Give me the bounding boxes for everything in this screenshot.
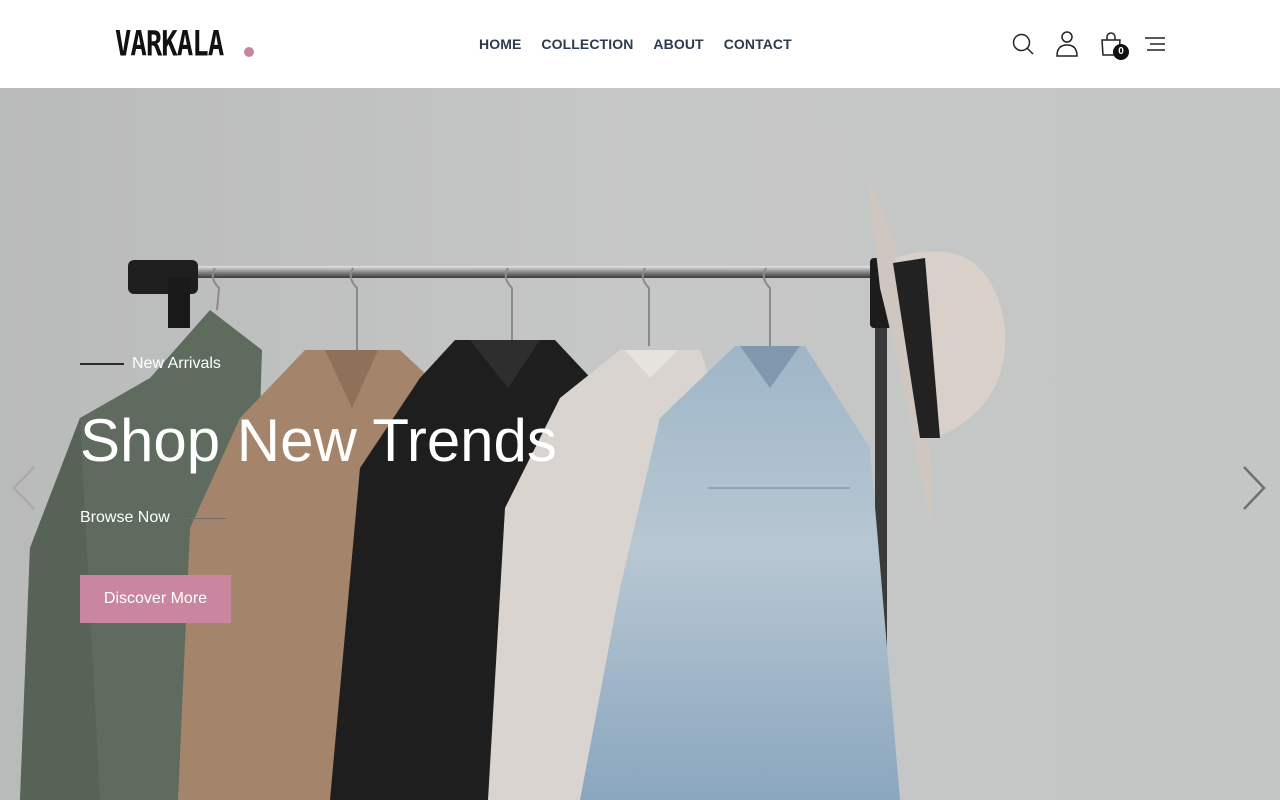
brand-name: VARKALA xyxy=(115,22,224,64)
chevron-right-icon xyxy=(1243,466,1266,510)
browse-now-link[interactable]: Browse Now xyxy=(80,506,226,530)
slider-prev-button[interactable] xyxy=(8,463,38,513)
discover-more-button[interactable]: Discover More xyxy=(80,575,231,623)
nav-contact[interactable]: CONTACT xyxy=(714,36,802,52)
nav-home[interactable]: HOME xyxy=(469,36,531,52)
hero-subtitle-row: New Arrivals xyxy=(80,352,221,376)
subtitle-divider xyxy=(80,363,124,365)
slider-next-button[interactable] xyxy=(1240,463,1270,513)
browse-divider xyxy=(181,517,226,519)
hero-slider: New Arrivals Shop New Trends Browse Now … xyxy=(0,88,1280,800)
browse-now-label: Browse Now xyxy=(80,509,170,526)
menu-button[interactable] xyxy=(1140,26,1170,62)
header-actions: 0 xyxy=(1008,26,1170,62)
brand-logo[interactable]: VARKALA xyxy=(115,22,254,64)
hero-title: Shop New Trends xyxy=(80,407,557,474)
search-button[interactable] xyxy=(1008,26,1038,62)
nav-about[interactable]: ABOUT xyxy=(643,36,713,52)
main-nav: HOME COLLECTION ABOUT CONTACT xyxy=(469,30,802,58)
user-icon xyxy=(1056,31,1078,57)
cart-button[interactable]: 0 xyxy=(1096,26,1129,62)
site-header: VARKALA HOME COLLECTION ABOUT CONTACT 0 xyxy=(0,0,1280,88)
hamburger-menu-icon xyxy=(1145,37,1165,51)
chevron-left-icon xyxy=(12,466,35,510)
search-icon xyxy=(1012,33,1034,55)
cart-count-badge: 0 xyxy=(1113,44,1129,60)
brand-dot xyxy=(244,47,254,57)
hero-subtitle: New Arrivals xyxy=(132,355,221,372)
nav-collection[interactable]: COLLECTION xyxy=(531,36,643,52)
account-button[interactable] xyxy=(1052,26,1082,62)
